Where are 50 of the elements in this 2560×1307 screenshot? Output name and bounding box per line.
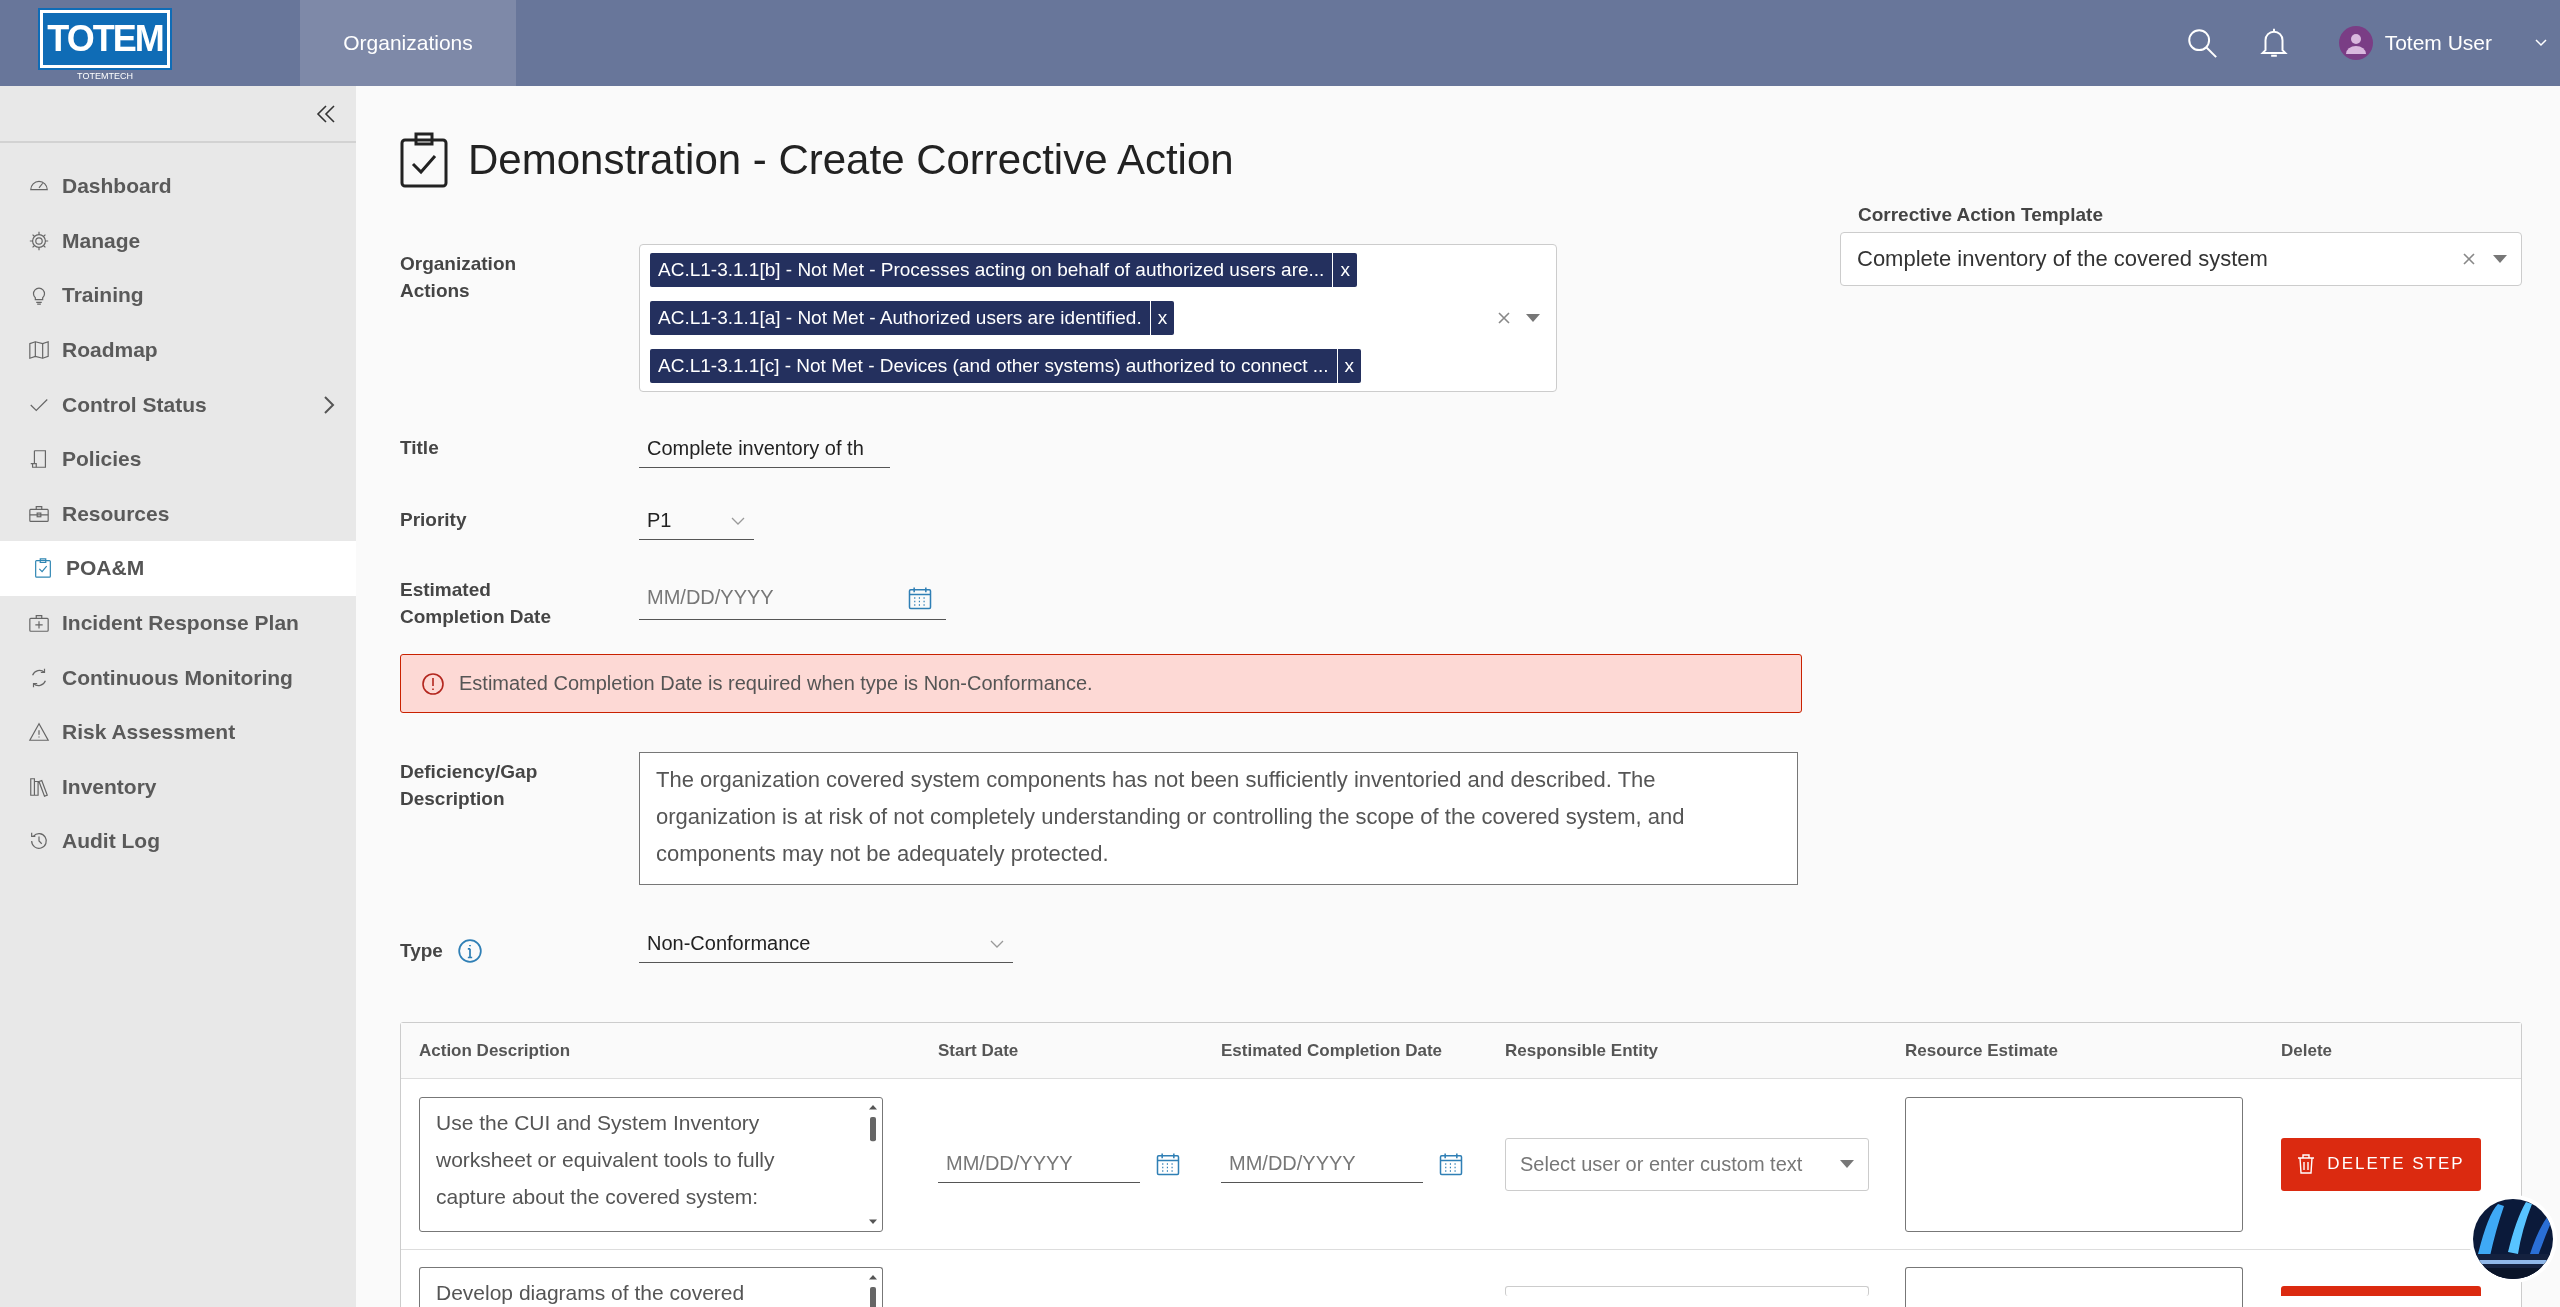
sidebar-item[interactable]: Inventory xyxy=(0,759,356,815)
description-textarea[interactable]: The organization covered system components has not been sufficiently inventoried and described. The organization is at risk of not completely understanding or controlling the scope of the covered system, and components may not be adequately protected. xyxy=(639,752,1798,885)
logo-subtext: TOTEMTECH xyxy=(77,71,133,81)
user-name[interactable]: Totem User xyxy=(2384,31,2492,55)
date-field[interactable]: MM/DD/YYYY xyxy=(647,586,774,609)
title-field[interactable]: Complete inventory of th xyxy=(639,430,890,468)
sidebar-item[interactable]: Control Status xyxy=(0,377,356,432)
sidebar-item[interactable]: Policies xyxy=(0,431,356,487)
action-textarea[interactable]: Use the CUI and System Inventory worksheet or equivalent tools to fully capture about the covered system: xyxy=(419,1096,883,1232)
field-label: Estimated Completion Date xyxy=(400,578,552,629)
field-label: Organization Actions xyxy=(400,252,518,303)
sidebar-item[interactable]: Incident Response Plan xyxy=(0,595,356,651)
logo[interactable]: TOTEM xyxy=(40,10,170,68)
tag: AC.L1-3.1.1[b] - Not Met - Processes acting on behalf of authorized users are... xyxy=(650,253,1333,287)
nav-tab[interactable]: Organizations xyxy=(300,0,516,86)
error-message: Estimated Completion Date is required when type is Non-Conformance. xyxy=(459,672,1093,695)
responsible-select[interactable]: Select user or enter custom text xyxy=(1505,1137,1869,1191)
sidebar-item[interactable]: Continuous Monitoring xyxy=(0,650,356,705)
delete-step-button[interactable]: DELETE STEP xyxy=(2281,1137,2481,1191)
column-header: Action Description xyxy=(419,1040,572,1061)
sidebar-item[interactable]: Risk Assessment xyxy=(0,704,356,760)
tag-remove-button[interactable]: x xyxy=(1332,253,1357,287)
field-label: Title xyxy=(400,436,440,460)
column-header: Estimated Completion Date xyxy=(1221,1040,1444,1061)
sidebar-item[interactable]: Roadmap xyxy=(0,322,356,378)
template-select[interactable]: Complete inventory of the covered system xyxy=(1840,232,2522,286)
tag-remove-button[interactable]: x xyxy=(1336,349,1362,383)
field-label: Type xyxy=(400,939,443,963)
column-header: Responsible Entity xyxy=(1505,1040,1660,1061)
date-field[interactable]: MM/DD/YYYY xyxy=(1229,1152,1356,1175)
column-header: Delete xyxy=(2281,1040,2334,1061)
sidebar-item[interactable]: Manage xyxy=(0,213,356,269)
field-label: Corrective Action Template xyxy=(1858,204,2104,226)
sidebar-item[interactable]: POA&M xyxy=(0,541,356,596)
sidebar-item[interactable]: Audit Log xyxy=(0,814,356,869)
action-textarea[interactable]: Develop diagrams of the covered xyxy=(419,1267,883,1307)
sidebar-item[interactable]: Resources xyxy=(0,486,356,542)
tag: AC.L1-3.1.1[a] - Not Met - Authorized users are identified. xyxy=(650,301,1150,335)
date-field[interactable]: MM/DD/YYYY xyxy=(946,1152,1073,1175)
type-select[interactable]: Non-Conformance xyxy=(639,925,1013,963)
sidebar-item[interactable]: Dashboard xyxy=(0,159,356,214)
column-header: Start Date xyxy=(938,1040,1020,1061)
field-label: Priority xyxy=(400,508,468,532)
field-label: Deficiency/Gap Description xyxy=(400,760,539,811)
sidebar-item[interactable]: Training xyxy=(0,268,356,323)
priority-select[interactable]: P1 xyxy=(639,502,754,540)
page-title: Demonstration - Create Corrective Action xyxy=(468,136,1234,184)
tag: AC.L1-3.1.1[c] - Not Met - Devices (and other systems) authorized to connect ... xyxy=(650,349,1337,383)
tag-remove-button[interactable]: x xyxy=(1149,301,1175,335)
column-header: Resource Estimate xyxy=(1905,1040,2060,1061)
